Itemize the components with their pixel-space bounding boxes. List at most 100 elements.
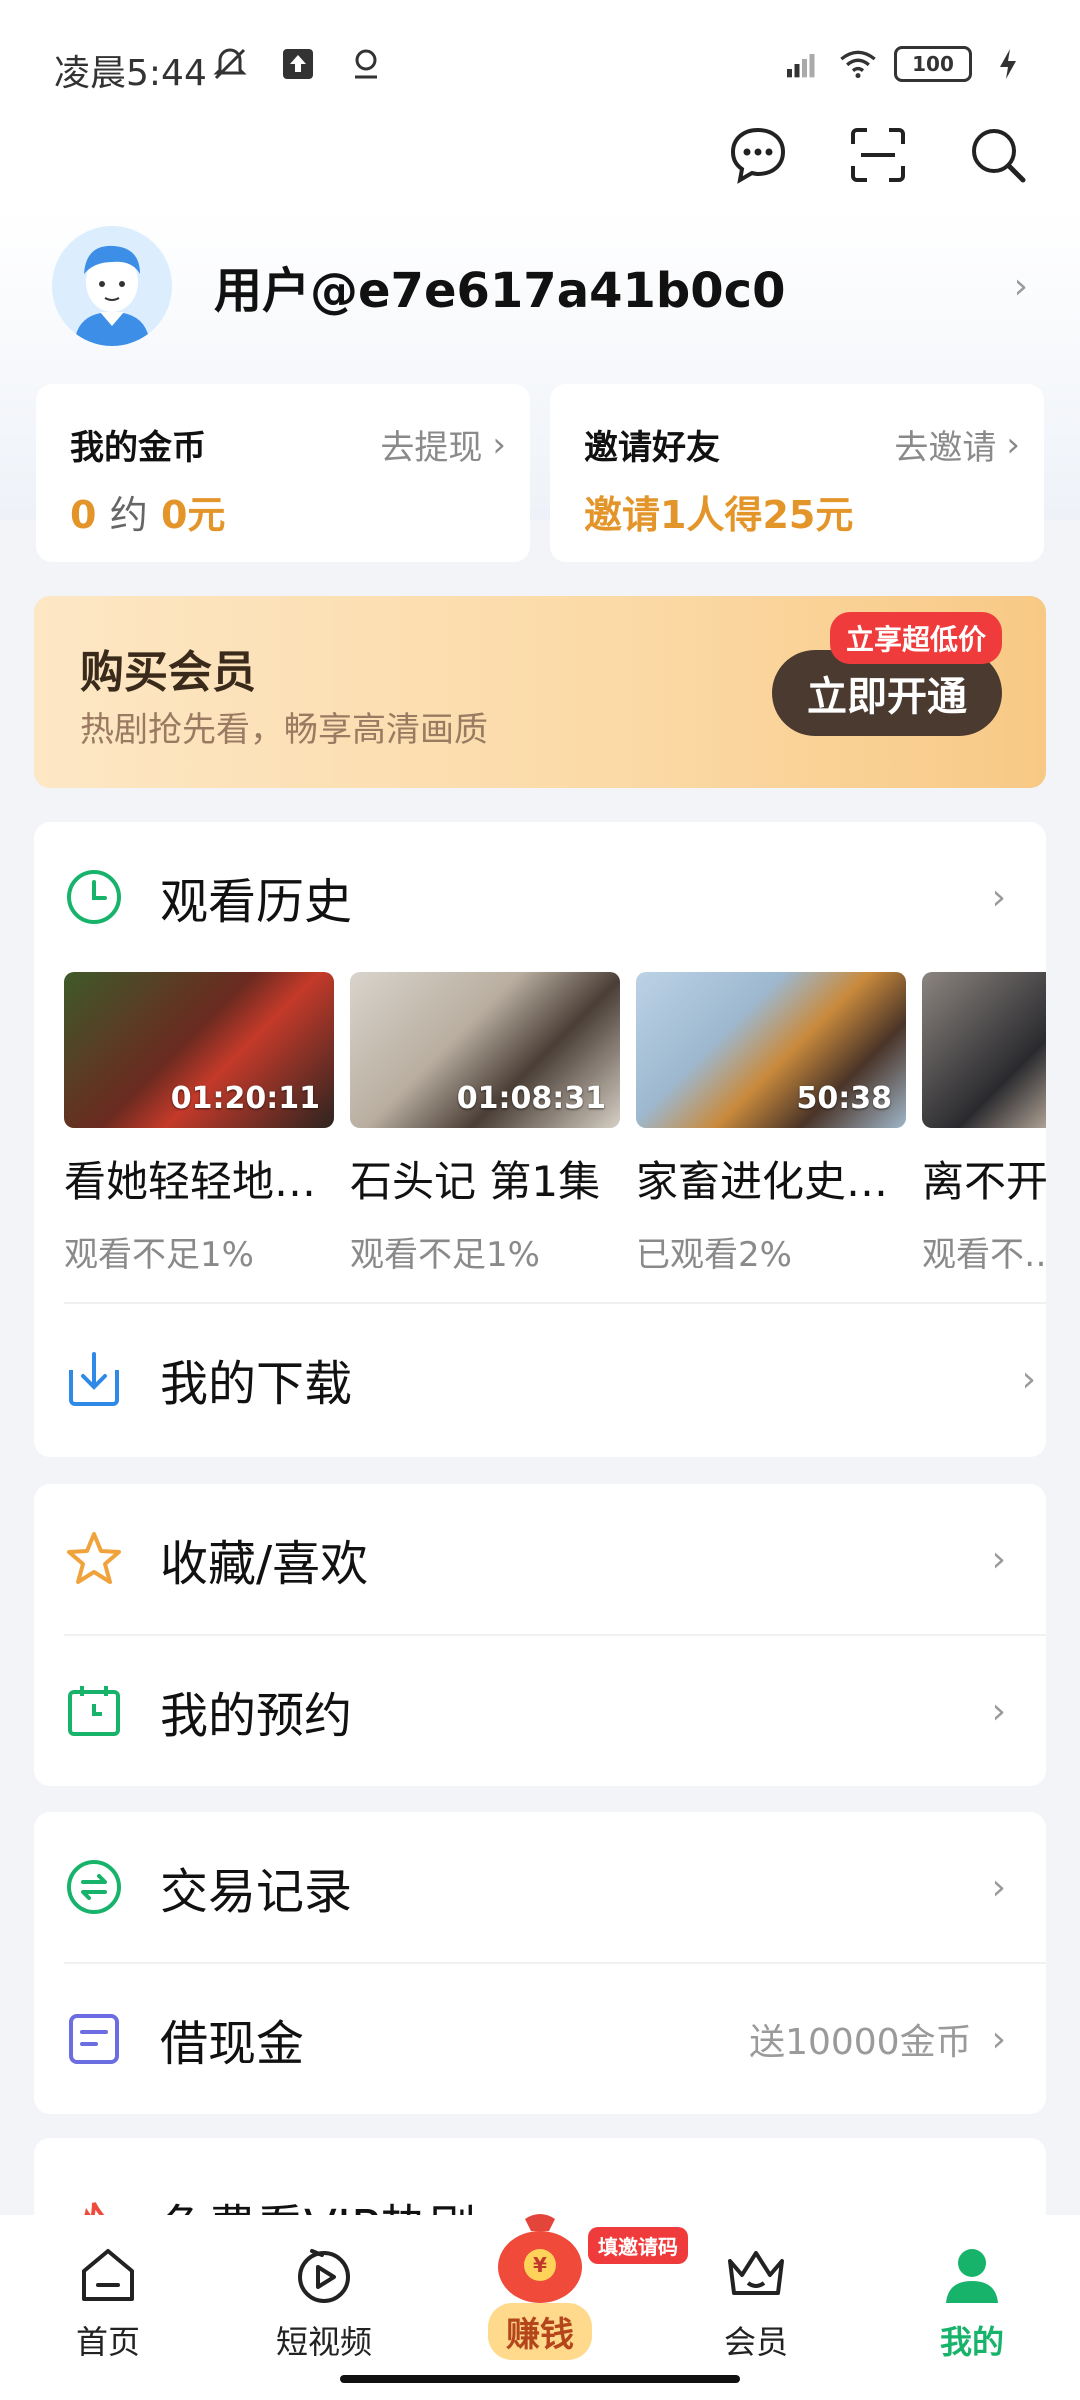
invite-code-badge[interactable]: 填邀请码 xyxy=(588,2227,688,2264)
avatar[interactable] xyxy=(52,226,172,346)
duration-label: 01:08:31 xyxy=(456,1081,606,1116)
chevron-right-icon: › xyxy=(991,1538,1006,1580)
nav-mine-label: 我的 xyxy=(939,2323,1004,2361)
scan-icon xyxy=(849,126,907,188)
loan-bonus: 送10000金币 xyxy=(749,2022,972,2063)
history-item[interactable]: 50:38 家畜进化史… 已观看2% xyxy=(636,972,906,1292)
favorites-row[interactable]: 收藏/喜欢 › xyxy=(34,1484,1046,1634)
chevron-right-icon: › xyxy=(492,424,506,465)
signal-icon xyxy=(782,44,822,84)
cny-amount: 0元 xyxy=(160,493,226,537)
video-thumbnail: 01:08:31 xyxy=(350,972,620,1128)
chevron-right-icon: › xyxy=(1013,265,1028,307)
history-section: 观看历史 › 01:20:11 看她轻轻地… 观看不足1% 01:08:31 石… xyxy=(34,822,1046,1457)
status-icons-right: 100 xyxy=(782,44,1028,84)
nav-earn-label: 赚钱 xyxy=(488,2303,592,2360)
duration-label: 01:20:11 xyxy=(170,1081,320,1116)
user-icon xyxy=(940,2249,1004,2309)
document-icon xyxy=(64,2009,124,2069)
favorites-label: 收藏/喜欢 xyxy=(160,1536,369,1592)
scan-button[interactable] xyxy=(846,125,910,189)
invite-link[interactable]: 去邀请 › xyxy=(894,420,1020,469)
location-icon xyxy=(346,44,386,84)
withdraw-link[interactable]: 去提现 › xyxy=(380,420,506,469)
vip-banner[interactable]: 购买会员 热剧抢先看，畅享高清画质 立即开通 立享超低价 xyxy=(34,596,1046,788)
withdraw-label: 去提现 xyxy=(380,428,483,468)
downloads-row-wrap: 我的下载 › xyxy=(64,1302,1046,1457)
transactions-section: 交易记录 › 借现金 送10000金币 › xyxy=(34,1812,1046,2114)
vip-promo-badge: 立享超低价 xyxy=(829,612,1002,664)
charging-icon xyxy=(988,44,1028,84)
invite-link-label: 去邀请 xyxy=(894,428,997,468)
chevron-right-icon: › xyxy=(1006,424,1020,465)
nav-member-label: 会员 xyxy=(723,2323,788,2361)
duration-label: 50:38 xyxy=(796,1081,893,1116)
nav-short-video[interactable]: 短视频 xyxy=(254,2245,394,2363)
history-list[interactable]: 01:20:11 看她轻轻地… 观看不足1% 01:08:31 石头记 第1集 … xyxy=(64,972,1046,1292)
vip-title: 购买会员 xyxy=(80,647,256,698)
nav-home-label: 首页 xyxy=(75,2323,140,2361)
transactions-row[interactable]: 交易记录 › xyxy=(34,1812,1046,1962)
exchange-icon xyxy=(64,1857,124,1917)
history-item-progress: 观看不足1% xyxy=(64,1235,254,1275)
messages-button[interactable] xyxy=(726,125,790,189)
invite-card[interactable]: 邀请好友 去邀请 › 邀请1人得25元 xyxy=(550,384,1044,562)
chevron-right-icon: › xyxy=(991,2018,1006,2060)
history-item-title: 看她轻轻地… xyxy=(64,1157,317,1206)
wifi-icon xyxy=(838,44,878,84)
vip-subtitle: 热剧抢先看，畅享高清画质 xyxy=(80,710,488,750)
chevron-right-icon: › xyxy=(991,876,1006,918)
coins-card[interactable]: 我的金币 去提现 › 0 约 0元 xyxy=(36,384,530,562)
clock-icon xyxy=(64,867,124,927)
favorites-section: 收藏/喜欢 › 我的预约 › xyxy=(34,1484,1046,1786)
nav-member[interactable]: 会员 xyxy=(686,2245,826,2363)
history-item-progress: 已观看2% xyxy=(636,1235,792,1275)
home-indicator[interactable] xyxy=(340,2375,740,2383)
chevron-right-icon: › xyxy=(1021,1358,1036,1400)
top-actions xyxy=(726,125,1030,189)
nav-short-video-label: 短视频 xyxy=(275,2323,372,2361)
home-icon xyxy=(76,2249,140,2309)
history-item-progress: 观看不… xyxy=(922,1235,1046,1275)
approx-label: 约 xyxy=(109,493,148,537)
loan-row[interactable]: 借现金 送10000金币 › xyxy=(34,1964,1046,2114)
nav-home[interactable]: 首页 xyxy=(38,2245,178,2363)
nav-earn[interactable]: ¥ 赚钱 xyxy=(472,2205,608,2360)
history-item[interactable]: 01:20:11 看她轻轻地… 观看不足1% xyxy=(64,972,334,1292)
reservations-row[interactable]: 我的预约 › xyxy=(34,1636,1046,1786)
history-item[interactable]: 01:08:31 石头记 第1集 观看不足1% xyxy=(350,972,620,1292)
nav-mine[interactable]: 我的 xyxy=(902,2245,1042,2363)
invite-reward: 邀请1人得25元 xyxy=(584,493,854,537)
crown-icon xyxy=(724,2251,788,2309)
download-icon xyxy=(64,1349,124,1409)
history-item-title: 家畜进化史… xyxy=(636,1157,889,1206)
coin-amount: 0 xyxy=(70,493,97,537)
coins-value: 0 约 0元 xyxy=(70,484,225,539)
status-icons-left xyxy=(210,44,386,84)
history-title: 观看历史 xyxy=(160,874,353,930)
search-button[interactable] xyxy=(966,125,1030,189)
upload-icon xyxy=(278,44,318,84)
transactions-label: 交易记录 xyxy=(160,1864,353,1920)
play-circle-icon xyxy=(292,2249,356,2309)
username: 用户@e7e617a41b0c0 xyxy=(214,263,786,319)
downloads-row[interactable]: 我的下载 › xyxy=(64,1304,1046,1454)
coins-title: 我的金币 xyxy=(70,428,206,468)
reservations-label: 我的预约 xyxy=(160,1688,353,1744)
history-header-row[interactable]: 观看历史 › xyxy=(34,822,1046,972)
loan-label: 借现金 xyxy=(160,2016,305,2072)
calendar-icon xyxy=(64,1681,124,1741)
invite-title: 邀请好友 xyxy=(584,428,720,468)
history-item-progress: 观看不足1% xyxy=(350,1235,540,1275)
history-item-title: 离不开… xyxy=(922,1157,1046,1206)
battery-indicator: 100 xyxy=(894,46,972,82)
bottom-nav: 首页 短视频 ¥ 赚钱 填邀请码 会员 我的 xyxy=(0,2214,1080,2400)
chevron-right-icon: › xyxy=(991,1690,1006,1732)
mute-icon xyxy=(210,44,250,84)
status-time: 凌晨5:44 xyxy=(54,53,207,94)
chevron-right-icon: › xyxy=(991,1866,1006,1908)
history-item[interactable]: 离不开… 观看不… xyxy=(922,972,1046,1292)
svg-text:¥: ¥ xyxy=(533,2253,547,2277)
user-profile-row[interactable]: 用户@e7e617a41b0c0 › xyxy=(52,226,1028,346)
video-thumbnail xyxy=(922,972,1046,1128)
